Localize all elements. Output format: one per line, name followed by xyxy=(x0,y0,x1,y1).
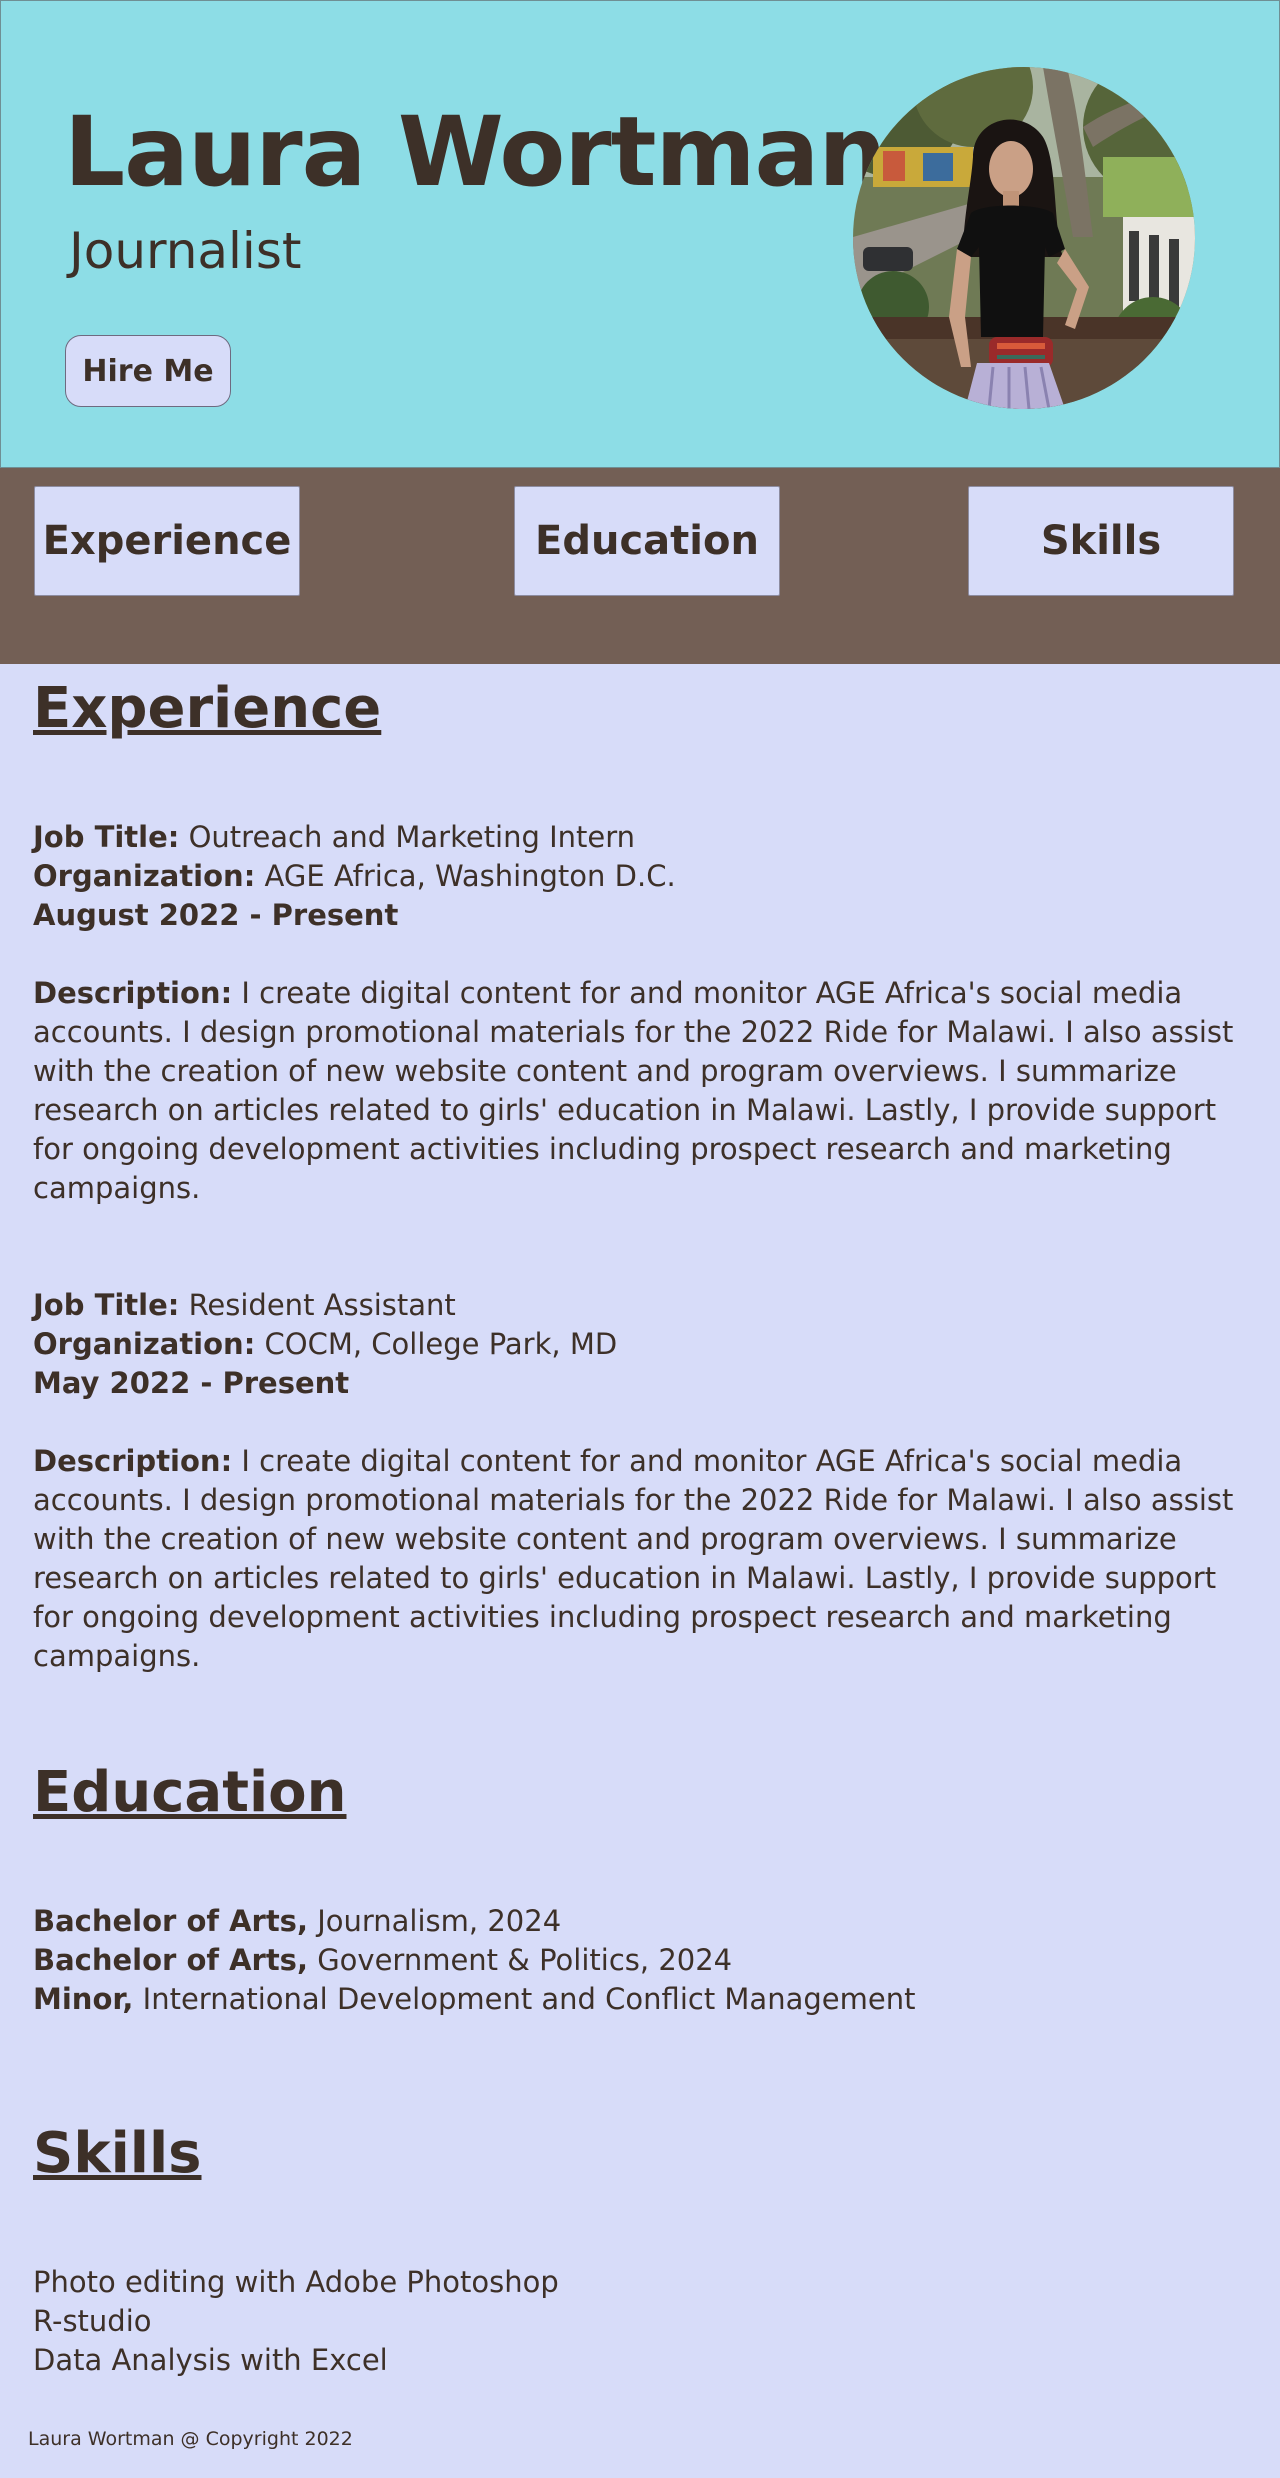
job-description: Description: I create digital content fo… xyxy=(33,974,1248,1208)
job-title-value: Resident Assistant xyxy=(188,1288,456,1322)
section-nav: Experience Education Skills xyxy=(0,468,1280,664)
experience-heading: Experience xyxy=(33,676,382,741)
job-title-line: Job Title: Outreach and Marketing Intern xyxy=(33,818,1248,857)
job-description: Description: I create digital content fo… xyxy=(33,1442,1248,1676)
main-content: Experience Job Title: Outreach and Marke… xyxy=(33,664,1248,2380)
job-title-value: Outreach and Marketing Intern xyxy=(188,820,636,854)
education-item: Bachelor of Arts, Government & Politics,… xyxy=(33,1941,1248,1980)
job-entry: Job Title: Resident Assistant Organizati… xyxy=(33,1286,1248,1676)
education-section: Education Bachelor of Arts, Journalism, … xyxy=(33,1748,1248,2019)
nav-experience-button[interactable]: Experience xyxy=(34,486,300,596)
degree-label: Bachelor of Arts, xyxy=(33,1904,308,1938)
skills-heading: Skills xyxy=(33,2121,202,2186)
copyright-footer: Laura Wortman @ Copyright 2022 xyxy=(28,2428,353,2450)
job-title-line: Job Title: Resident Assistant xyxy=(33,1286,1248,1325)
degree-detail: Government & Politics, 2024 xyxy=(317,1943,733,1977)
description-label: Description: xyxy=(33,1444,233,1478)
degree-label: Bachelor of Arts, xyxy=(33,1943,308,1977)
hire-me-button[interactable]: Hire Me xyxy=(65,335,231,407)
skill-item: Photo editing with Adobe Photoshop xyxy=(33,2265,559,2299)
organization-line: Organization: COCM, College Park, MD xyxy=(33,1325,1248,1364)
nav-skills-button[interactable]: Skills xyxy=(968,486,1234,596)
education-heading: Education xyxy=(33,1760,347,1825)
education-item: Minor, International Development and Con… xyxy=(33,1980,1248,2019)
organization-value: COCM, College Park, MD xyxy=(264,1327,618,1361)
education-item: Bachelor of Arts, Journalism, 2024 xyxy=(33,1902,1248,1941)
degree-label: Minor, xyxy=(33,1982,134,2016)
degree-detail: International Development and Conflict M… xyxy=(142,1982,916,2016)
job-dates-value: May 2022 - Present xyxy=(33,1366,350,1400)
organization-label: Organization: xyxy=(33,859,256,893)
hero-header: Laura Wortman Journalist Hire Me xyxy=(0,0,1280,468)
job-title-label: Job Title: xyxy=(33,1288,180,1322)
organization-value: AGE Africa, Washington D.C. xyxy=(264,859,676,893)
job-dates: May 2022 - Present xyxy=(33,1364,1248,1403)
organization-line: Organization: AGE Africa, Washington D.C… xyxy=(33,857,1248,896)
nav-education-button[interactable]: Education xyxy=(514,486,780,596)
skill-item: R-studio xyxy=(33,2304,152,2338)
job-title-label: Job Title: xyxy=(33,820,180,854)
person-role: Journalist xyxy=(69,222,302,280)
job-dates: August 2022 - Present xyxy=(33,896,1248,935)
experience-section: Experience Job Title: Outreach and Marke… xyxy=(33,664,1248,1676)
skill-item: Data Analysis with Excel xyxy=(33,2343,388,2377)
description-text: I create digital content for and monitor… xyxy=(33,976,1234,1205)
skills-section: Skills Photo editing with Adobe Photosho… xyxy=(33,2109,1248,2380)
person-name: Laura Wortman xyxy=(64,96,887,208)
job-dates-value: August 2022 - Present xyxy=(33,898,399,932)
description-text: I create digital content for and monitor… xyxy=(33,1444,1234,1673)
degree-detail: Journalism, 2024 xyxy=(317,1904,562,1938)
description-label: Description: xyxy=(33,976,233,1010)
organization-label: Organization: xyxy=(33,1327,256,1361)
job-entry: Job Title: Outreach and Marketing Intern… xyxy=(33,818,1248,1208)
profile-photo xyxy=(853,67,1195,409)
